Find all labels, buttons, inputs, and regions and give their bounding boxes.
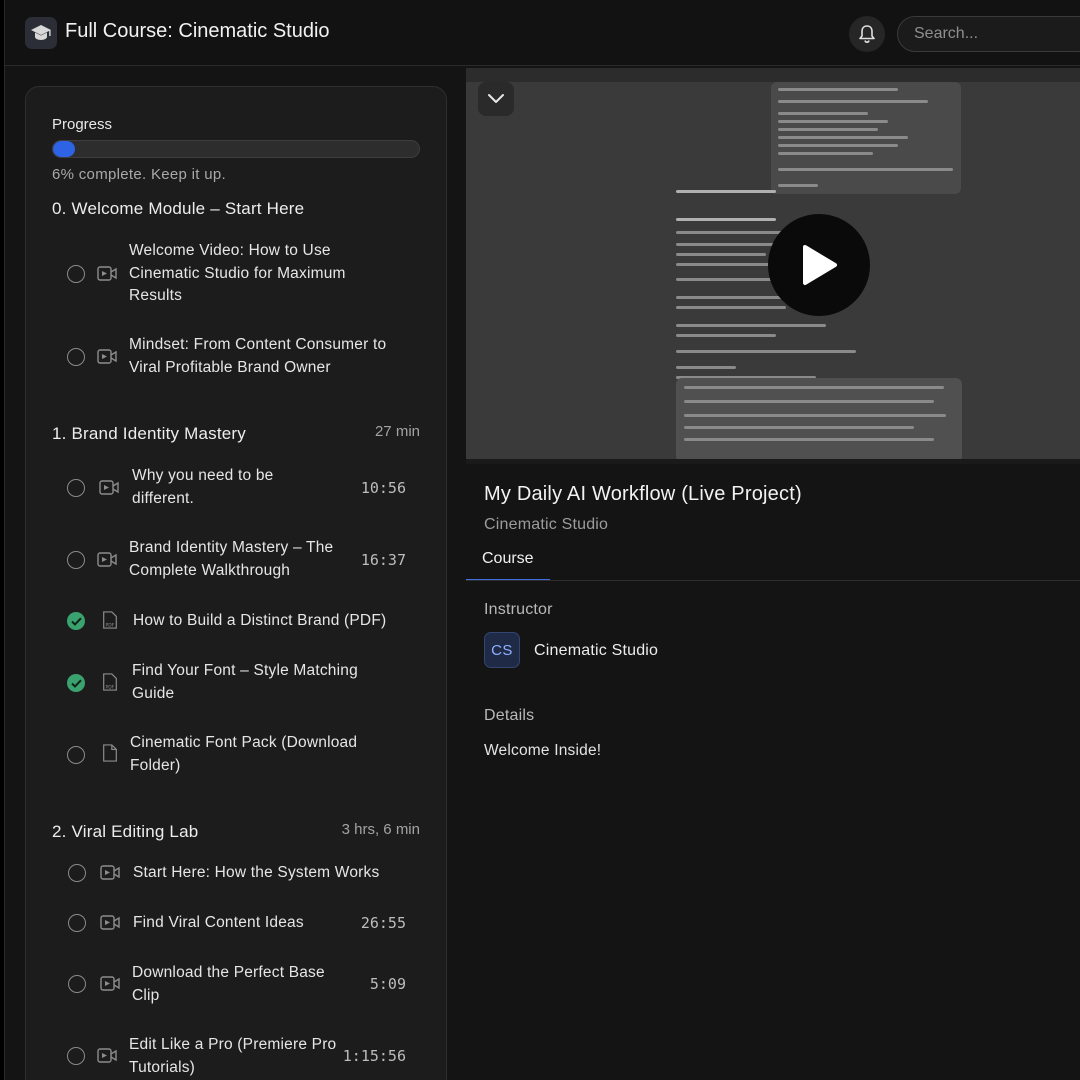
lesson-item[interactable]: Download the Perfect Base Clip 5:09: [26, 961, 446, 1013]
module-duration: 3 hrs, 6 min: [341, 821, 420, 838]
incomplete-circle-icon[interactable]: [67, 479, 85, 497]
video-player[interactable]: [466, 68, 1080, 464]
svg-text:PDF: PDF: [106, 684, 115, 690]
video-icon: [100, 865, 120, 880]
lesson-duration: 10:56: [360, 479, 406, 497]
lesson-title: Edit Like a Pro (Premiere Pro Tutorials): [129, 1036, 337, 1076]
lesson-title: Cinematic Font Pack (Download Folder): [130, 734, 358, 774]
video-icon: [97, 349, 117, 364]
lesson-title: How to Build a Distinct Brand (PDF): [133, 612, 387, 629]
lesson-title: Download the Perfect Base Clip: [132, 964, 325, 1004]
chevron-down-icon: [488, 94, 504, 103]
top-bar: Full Course: Cinematic Studio: [5, 0, 1080, 66]
lesson-item[interactable]: Find Viral Content Ideas 26:55: [26, 909, 446, 939]
completed-check-icon[interactable]: [67, 674, 85, 692]
lesson-duration: 16:37: [360, 551, 406, 569]
lesson-title: Why you need to be different.: [132, 467, 274, 507]
lesson-title: Welcome Video: How to Use Cinematic Stud…: [129, 242, 346, 304]
lesson-title: Find Your Font – Style Matching Guide: [132, 662, 358, 702]
progress-text: 6% complete. Keep it up.: [52, 166, 226, 183]
search-input[interactable]: [914, 25, 1074, 43]
details-text: Welcome Inside!: [484, 742, 602, 759]
embedded-window-titlebar: [466, 68, 1080, 82]
play-icon: [803, 245, 837, 285]
lesson-duration: 5:09: [369, 975, 406, 993]
play-button[interactable]: [768, 214, 870, 316]
incomplete-circle-icon[interactable]: [68, 975, 86, 993]
lesson-item[interactable]: Edit Like a Pro (Premiere Pro Tutorials)…: [26, 1033, 446, 1080]
incomplete-circle-icon[interactable]: [67, 551, 85, 569]
video-icon: [99, 480, 119, 495]
lesson-item[interactable]: Brand Identity Mastery – The Complete Wa…: [26, 536, 446, 588]
lesson-title-heading: My Daily AI Workflow (Live Project): [484, 483, 802, 505]
pdf-icon: PDF: [103, 611, 117, 629]
collapse-button[interactable]: [478, 82, 514, 116]
video-icon: [100, 976, 120, 991]
incomplete-circle-icon[interactable]: [68, 864, 86, 882]
graduation-cap-icon[interactable]: [25, 17, 57, 49]
progress-bar-fill: [53, 141, 75, 157]
lesson-item[interactable]: Start Here: How the System Works: [26, 859, 446, 889]
pdf-icon: PDF: [103, 673, 117, 691]
lesson-title: Find Viral Content Ideas: [133, 914, 304, 931]
module-duration: 27 min: [374, 423, 420, 440]
video-frame-input: [676, 378, 962, 462]
video-bottom-edge: [466, 459, 1080, 464]
lesson-item[interactable]: Why you need to be different. 10:56: [26, 463, 446, 515]
module-title[interactable]: 0. Welcome Module – Start Here: [52, 199, 304, 219]
lesson-title: Start Here: How the System Works: [133, 864, 380, 881]
module-title[interactable]: 2. Viral Editing Lab: [52, 822, 198, 842]
completed-check-icon[interactable]: [67, 612, 85, 630]
incomplete-circle-icon[interactable]: [67, 348, 85, 366]
file-icon: [103, 744, 117, 762]
svg-text:PDF: PDF: [106, 622, 115, 628]
incomplete-circle-icon[interactable]: [67, 746, 85, 764]
notifications-button[interactable]: [849, 16, 885, 52]
video-icon: [97, 552, 117, 567]
incomplete-circle-icon[interactable]: [67, 1047, 85, 1065]
lesson-item[interactable]: Mindset: From Content Consumer to Viral …: [26, 332, 446, 384]
curriculum-panel[interactable]: Progress 6% complete. Keep it up. 0. Wel…: [25, 86, 447, 1080]
tab-divider: [466, 580, 1080, 581]
video-icon: [97, 1048, 117, 1063]
tab-label: Course: [482, 550, 534, 567]
module-title[interactable]: 1. Brand Identity Mastery: [52, 424, 246, 444]
lesson-title: Brand Identity Mastery – The Complete Wa…: [129, 539, 334, 579]
video-icon: [100, 915, 120, 930]
incomplete-circle-icon[interactable]: [68, 914, 86, 932]
instructor-heading: Instructor: [484, 601, 553, 618]
lesson-item[interactable]: PDF How to Build a Distinct Brand (PDF): [26, 607, 446, 637]
video-icon: [97, 266, 117, 281]
details-heading: Details: [484, 707, 535, 724]
lesson-item[interactable]: Cinematic Font Pack (Download Folder): [26, 731, 446, 783]
instructor-name: Cinematic Studio: [534, 642, 659, 659]
lesson-item[interactable]: Welcome Video: How to Use Cinematic Stud…: [26, 237, 446, 313]
lesson-subtitle: Cinematic Studio: [484, 516, 609, 533]
lesson-title: Mindset: From Content Consumer to Viral …: [129, 336, 387, 376]
avatar: CS: [484, 632, 520, 668]
lesson-duration: 26:55: [360, 914, 406, 932]
incomplete-circle-icon[interactable]: [67, 265, 85, 283]
course-title: Full Course: Cinematic Studio: [65, 20, 330, 42]
app-window: Full Course: Cinematic Studio Progress 6…: [4, 0, 1080, 1080]
lesson-duration: 1:15:56: [342, 1047, 406, 1065]
progress-bar: [52, 140, 420, 158]
bell-icon: [859, 25, 875, 44]
lesson-item[interactable]: PDF Find Your Font – Style Matching Guid…: [26, 659, 446, 711]
search-box[interactable]: [897, 16, 1080, 52]
tab-course[interactable]: Course: [466, 540, 550, 581]
progress-label: Progress: [52, 116, 113, 133]
